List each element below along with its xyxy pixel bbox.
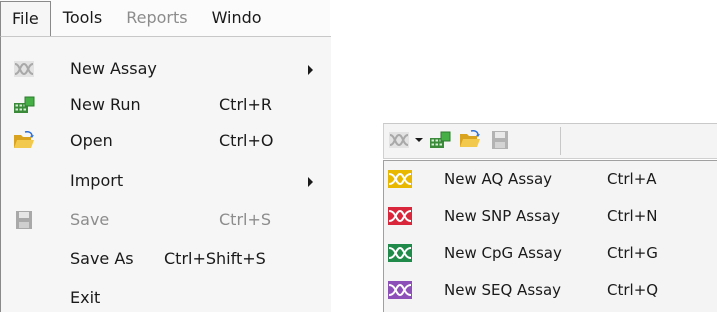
menu-item-shortcut: Ctrl+O xyxy=(219,131,274,150)
submenu-arrow-icon xyxy=(308,65,313,75)
menu-item-label: Open xyxy=(70,131,113,150)
menu-item-label: Import xyxy=(70,171,124,190)
toolbar xyxy=(383,123,717,159)
dropdown-item-shortcut: Ctrl+G xyxy=(607,244,658,262)
menu-item-shortcut: Ctrl+Shift+S xyxy=(164,249,266,268)
menu-item-label: New Run xyxy=(70,95,141,114)
menu-bar: File Tools Reports Windo xyxy=(0,0,330,36)
dropdown-arrow-icon[interactable] xyxy=(415,138,423,142)
seq-assay-icon xyxy=(388,281,412,299)
menu-item-import[interactable]: Import xyxy=(1,163,331,199)
assay-wave-icon xyxy=(14,61,34,77)
menu-item-label: Save xyxy=(70,210,110,229)
menu-file[interactable]: File xyxy=(0,1,51,36)
toolbar-separator xyxy=(560,127,561,155)
dropdown-item-label: New CpG Assay xyxy=(444,244,562,262)
new-assay-dropdown: New AQ Assay Ctrl+A New SNP Assay Ctrl+N… xyxy=(383,160,717,312)
assay-wave-icon[interactable] xyxy=(388,130,410,150)
new-run-icon xyxy=(14,96,35,113)
cpg-assay-icon xyxy=(388,244,412,262)
dropdown-item-new-aq-assay[interactable]: New AQ Assay Ctrl+A xyxy=(384,161,717,198)
dropdown-item-new-cpg-assay[interactable]: New CpG Assay Ctrl+G xyxy=(384,235,717,272)
menu-window[interactable]: Windo xyxy=(200,0,274,36)
menu-item-save-as[interactable]: Save As Ctrl+Shift+S xyxy=(1,241,331,277)
dropdown-item-label: New SEQ Assay xyxy=(444,281,562,299)
dropdown-item-label: New SNP Assay xyxy=(444,207,561,225)
snp-assay-icon xyxy=(388,207,412,225)
menu-item-save[interactable]: Save Ctrl+S xyxy=(1,202,331,238)
aq-assay-icon xyxy=(388,170,412,188)
dropdown-item-shortcut: Ctrl+Q xyxy=(607,281,659,299)
menu-reports[interactable]: Reports xyxy=(114,0,199,36)
dropdown-item-shortcut: Ctrl+A xyxy=(607,170,657,188)
save-disk-icon xyxy=(16,211,32,229)
file-menu: New Assay New Run Ctrl+R Open Ctrl+O Imp… xyxy=(0,36,331,312)
save-disk-icon[interactable] xyxy=(489,130,511,150)
folder-open-icon[interactable] xyxy=(459,130,481,150)
dropdown-item-shortcut: Ctrl+N xyxy=(607,207,658,225)
menu-tools[interactable]: Tools xyxy=(51,0,114,36)
menu-item-new-assay[interactable]: New Assay xyxy=(1,51,331,87)
menu-item-label: New Assay xyxy=(70,59,157,78)
menu-item-open[interactable]: Open Ctrl+O xyxy=(1,123,331,159)
dropdown-item-new-snp-assay[interactable]: New SNP Assay Ctrl+N xyxy=(384,198,717,235)
dropdown-item-label: New AQ Assay xyxy=(444,170,553,188)
folder-open-icon xyxy=(14,131,34,148)
new-run-icon[interactable] xyxy=(429,130,451,150)
submenu-arrow-icon xyxy=(308,177,313,187)
dropdown-item-new-seq-assay[interactable]: New SEQ Assay Ctrl+Q xyxy=(384,272,717,309)
menu-item-label: Save As xyxy=(70,249,134,268)
menu-item-new-run[interactable]: New Run Ctrl+R xyxy=(1,87,331,123)
menu-item-shortcut: Ctrl+R xyxy=(219,95,272,114)
menu-item-shortcut: Ctrl+S xyxy=(219,210,272,229)
